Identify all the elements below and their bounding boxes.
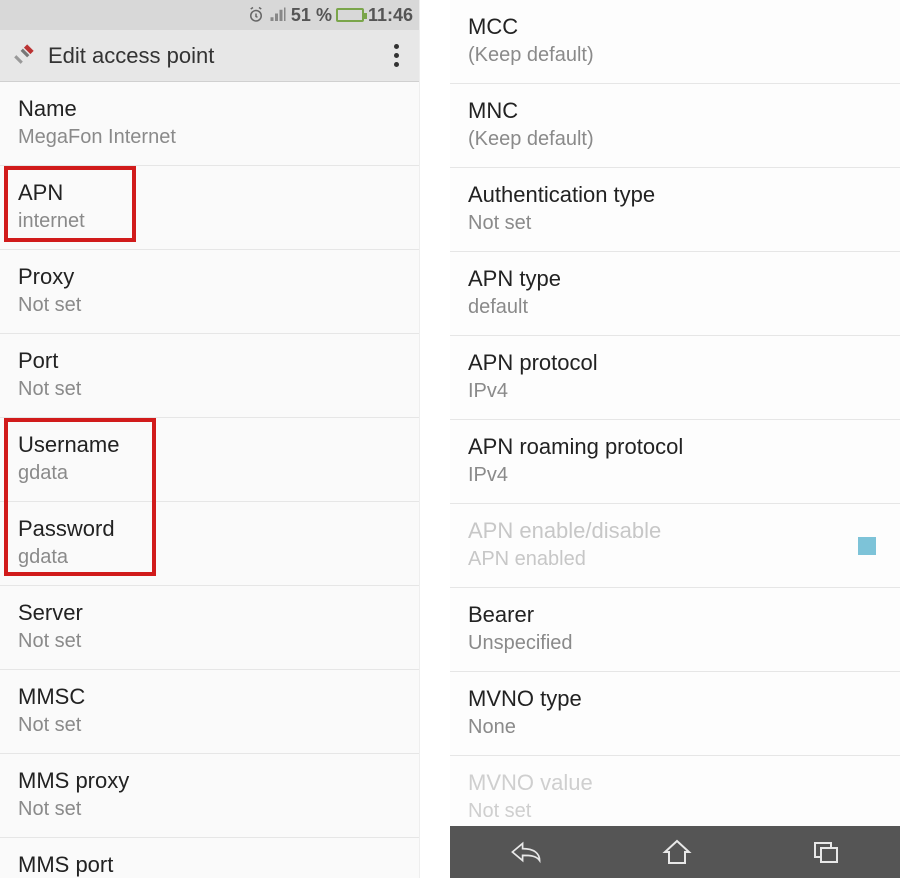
setting-value: Unspecified (468, 632, 882, 655)
setting-row-name[interactable]: Name MegaFon Internet (0, 82, 419, 166)
setting-value: Not set (18, 378, 401, 401)
setting-row-username[interactable]: Username gdata (0, 418, 419, 502)
setting-row-mvno-type[interactable]: MVNO type None (450, 672, 900, 756)
setting-row-mcc[interactable]: MCC (Keep default) (450, 0, 900, 84)
setting-row-mvno-value: MVNO value Not set (450, 756, 900, 826)
setting-label: Proxy (18, 264, 401, 290)
setting-row-bearer[interactable]: Bearer Unspecified (450, 588, 900, 672)
battery-percent: 51 % (291, 5, 332, 26)
setting-value: gdata (18, 462, 401, 485)
setting-value: MegaFon Internet (18, 126, 401, 149)
setting-row-mms-proxy[interactable]: MMS proxy Not set (0, 754, 419, 838)
setting-label: MMS port (18, 852, 401, 878)
setting-row-mnc[interactable]: MNC (Keep default) (450, 84, 900, 168)
action-bar: Edit access point (0, 30, 419, 82)
setting-label: APN protocol (468, 350, 882, 376)
setting-label: Password (18, 516, 401, 542)
tools-icon (12, 40, 38, 71)
setting-row-auth-type[interactable]: Authentication type Not set (450, 168, 900, 252)
setting-label: Username (18, 432, 401, 458)
setting-row-server[interactable]: Server Not set (0, 586, 419, 670)
battery-icon (336, 8, 364, 22)
setting-label: MMSC (18, 684, 401, 710)
overflow-menu-button[interactable] (386, 36, 407, 75)
setting-label: MNC (468, 98, 882, 124)
setting-value: IPv4 (468, 380, 882, 403)
setting-label: MMS proxy (18, 768, 401, 794)
setting-value: Not set (18, 294, 401, 317)
setting-row-apn-type[interactable]: APN type default (450, 252, 900, 336)
setting-value: (Keep default) (468, 128, 882, 151)
setting-label: APN roaming protocol (468, 434, 882, 460)
setting-row-port[interactable]: Port Not set (0, 334, 419, 418)
setting-label: APN enable/disable (468, 518, 882, 544)
setting-label: MCC (468, 14, 882, 40)
setting-value: APN enabled (468, 548, 882, 571)
setting-label: Name (18, 96, 401, 122)
settings-list-right: MCC (Keep default) MNC (Keep default) Au… (450, 0, 900, 826)
status-bar: 51 % 11:46 (0, 0, 419, 30)
setting-label: Port (18, 348, 401, 374)
home-button[interactable] (662, 838, 692, 866)
setting-row-password[interactable]: Password gdata (0, 502, 419, 586)
setting-label: APN type (468, 266, 882, 292)
setting-value: Not set (18, 798, 401, 821)
setting-value: None (468, 716, 882, 739)
setting-row-proxy[interactable]: Proxy Not set (0, 250, 419, 334)
setting-row-mms-port[interactable]: MMS port Not set (0, 838, 419, 878)
recent-apps-button[interactable] (811, 839, 841, 865)
setting-value: gdata (18, 546, 401, 569)
setting-row-apn[interactable]: APN internet (0, 166, 419, 250)
settings-list-left: Name MegaFon Internet APN internet Proxy… (0, 82, 419, 878)
setting-row-apn-roaming-protocol[interactable]: APN roaming protocol IPv4 (450, 420, 900, 504)
setting-row-mmsc[interactable]: MMSC Not set (0, 670, 419, 754)
clock-time: 11:46 (368, 5, 413, 26)
checkbox-icon (858, 537, 876, 555)
setting-value: Not set (18, 714, 401, 737)
setting-value: IPv4 (468, 464, 882, 487)
alarm-icon (247, 6, 265, 24)
setting-label: MVNO type (468, 686, 882, 712)
setting-value: default (468, 296, 882, 319)
phone-screenshot-right: MCC (Keep default) MNC (Keep default) Au… (450, 0, 900, 878)
signal-icon (269, 6, 287, 24)
setting-value: (Keep default) (468, 44, 882, 67)
setting-value: Not set (468, 212, 882, 235)
setting-value: internet (18, 210, 401, 233)
back-button[interactable] (509, 839, 543, 865)
page-title: Edit access point (48, 43, 386, 69)
navigation-bar (450, 826, 900, 878)
setting-label: Server (18, 600, 401, 626)
setting-value: Not set (18, 630, 401, 653)
setting-row-apn-enable: APN enable/disable APN enabled (450, 504, 900, 588)
phone-screenshot-left: 51 % 11:46 Edit access point Name MegaFo… (0, 0, 420, 878)
setting-value: Not set (468, 800, 882, 823)
setting-row-apn-protocol[interactable]: APN protocol IPv4 (450, 336, 900, 420)
setting-label: MVNO value (468, 770, 882, 796)
setting-label: Authentication type (468, 182, 882, 208)
setting-label: Bearer (468, 602, 882, 628)
setting-label: APN (18, 180, 401, 206)
